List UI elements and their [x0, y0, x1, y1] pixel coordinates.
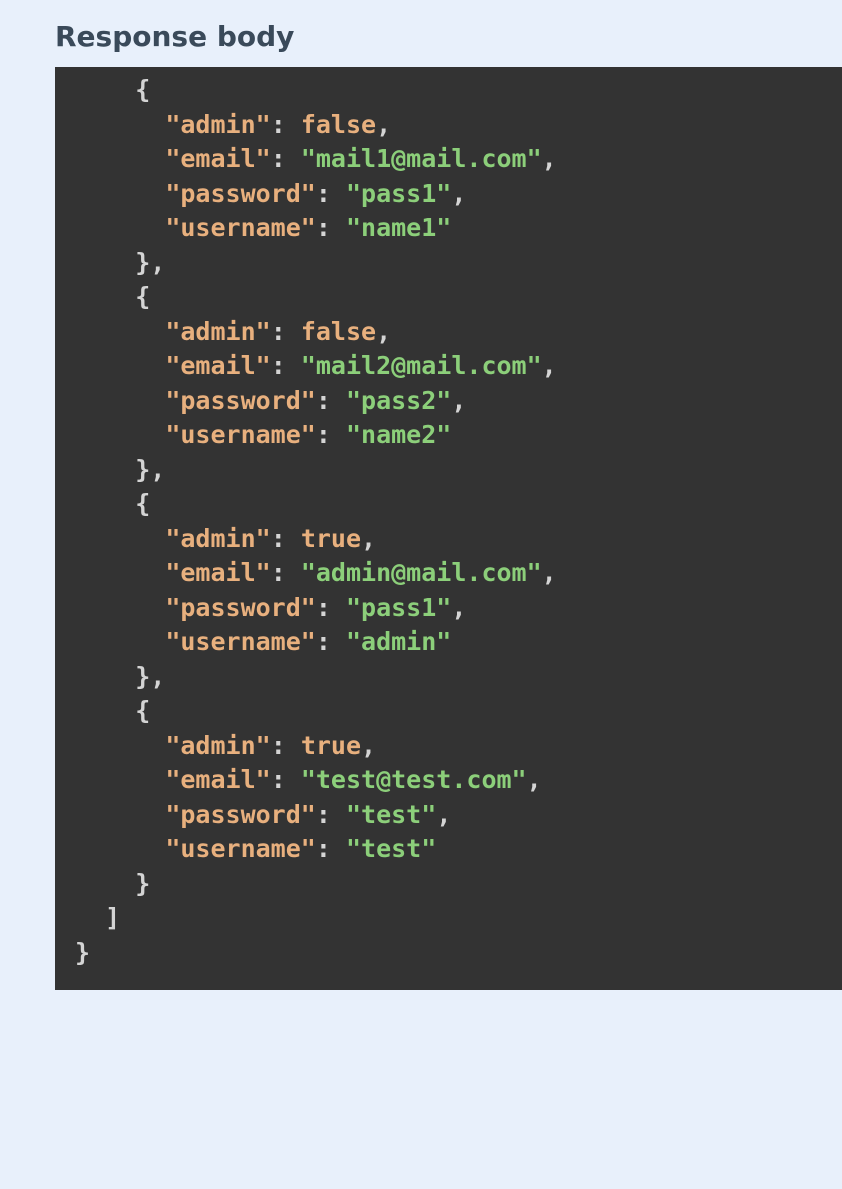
json-key-password: "password": [165, 386, 316, 415]
section-title: Response body: [20, 20, 822, 53]
json-comma: ,: [451, 179, 466, 208]
json-colon: :: [271, 524, 301, 553]
json-colon: :: [316, 179, 346, 208]
json-line: [75, 317, 165, 346]
json-value-string: "admin": [346, 627, 451, 656]
json-line: [75, 386, 165, 415]
json-comma: ,: [542, 351, 557, 380]
json-key-email: "email": [165, 351, 270, 380]
json-colon: :: [271, 317, 301, 346]
json-key-admin: "admin": [165, 317, 270, 346]
json-bracket: ]: [75, 903, 120, 932]
json-brace: {: [75, 489, 150, 518]
json-value-string: "name1": [346, 213, 451, 242]
json-key-password: "password": [165, 179, 316, 208]
json-key-admin: "admin": [165, 110, 270, 139]
json-comma: ,: [542, 144, 557, 173]
json-key-username: "username": [165, 834, 316, 863]
response-body-code: { "admin": false, "email": "mail1@mail.c…: [55, 67, 842, 990]
json-key-email: "email": [165, 144, 270, 173]
json-value-string: "name2": [346, 420, 451, 449]
json-colon: :: [316, 593, 346, 622]
json-colon: :: [271, 731, 301, 760]
json-brace: }: [75, 938, 90, 967]
json-colon: :: [316, 420, 346, 449]
json-brace: }: [75, 869, 150, 898]
json-comma: ,: [527, 765, 542, 794]
json-colon: :: [271, 558, 301, 587]
json-line: [75, 110, 165, 139]
json-comma: ,: [451, 386, 466, 415]
json-value-string: "admin@mail.com": [301, 558, 542, 587]
json-value-string: "test@test.com": [301, 765, 527, 794]
json-line: [75, 179, 165, 208]
json-line: [75, 351, 165, 380]
json-line: [75, 524, 165, 553]
json-value-string: "pass1": [346, 179, 451, 208]
json-colon: :: [271, 110, 301, 139]
json-key-admin: "admin": [165, 731, 270, 760]
json-brace: {: [75, 282, 150, 311]
json-value-string: "mail2@mail.com": [301, 351, 542, 380]
json-brace: },: [75, 662, 165, 691]
json-key-email: "email": [165, 765, 270, 794]
json-value-bool: false: [301, 317, 376, 346]
json-colon: :: [271, 144, 301, 173]
json-key-username: "username": [165, 627, 316, 656]
json-brace: {: [75, 75, 150, 104]
json-comma: ,: [451, 593, 466, 622]
json-key-username: "username": [165, 420, 316, 449]
json-value-string: "pass2": [346, 386, 451, 415]
json-colon: :: [316, 800, 346, 829]
json-comma: ,: [361, 731, 376, 760]
json-key-password: "password": [165, 593, 316, 622]
json-colon: :: [271, 351, 301, 380]
json-line: [75, 558, 165, 587]
json-value-string: "mail1@mail.com": [301, 144, 542, 173]
json-key-admin: "admin": [165, 524, 270, 553]
json-comma: ,: [361, 524, 376, 553]
json-line: [75, 731, 165, 760]
json-brace: {: [75, 696, 150, 725]
json-line: [75, 765, 165, 794]
json-comma: ,: [376, 317, 391, 346]
json-colon: :: [316, 627, 346, 656]
json-key-email: "email": [165, 558, 270, 587]
json-brace: },: [75, 455, 165, 484]
json-line: [75, 213, 165, 242]
json-value-string: "test": [346, 800, 436, 829]
json-colon: :: [316, 386, 346, 415]
json-value-string: "test": [346, 834, 436, 863]
json-value-bool: true: [301, 524, 361, 553]
json-comma: ,: [542, 558, 557, 587]
json-colon: :: [316, 834, 346, 863]
json-value-bool: false: [301, 110, 376, 139]
json-line: [75, 800, 165, 829]
json-line: [75, 593, 165, 622]
json-comma: ,: [436, 800, 451, 829]
json-value-string: "pass1": [346, 593, 451, 622]
json-line: [75, 834, 165, 863]
json-colon: :: [316, 213, 346, 242]
json-line: [75, 144, 165, 173]
json-comma: ,: [376, 110, 391, 139]
json-key-username: "username": [165, 213, 316, 242]
json-brace: },: [75, 248, 165, 277]
json-line: [75, 627, 165, 656]
json-key-password: "password": [165, 800, 316, 829]
json-value-bool: true: [301, 731, 361, 760]
json-line: [75, 420, 165, 449]
json-colon: :: [271, 765, 301, 794]
